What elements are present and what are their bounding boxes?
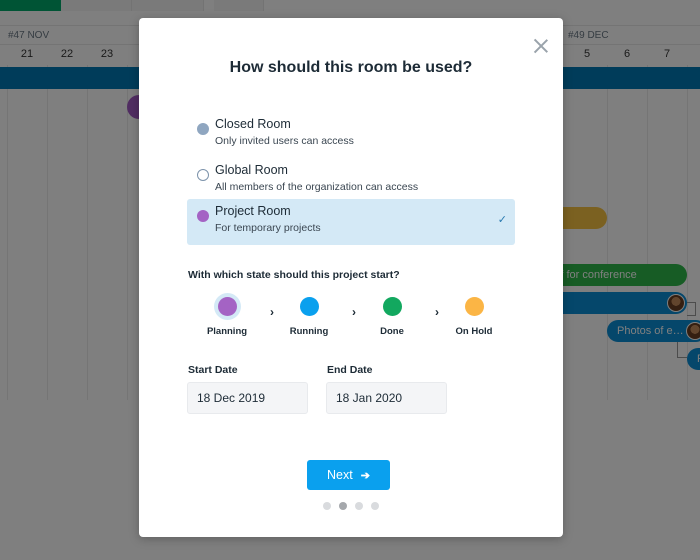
pager-dot[interactable] [323,502,331,510]
pager-dot[interactable] [355,502,363,510]
checkmark-icon: ✓ [497,214,507,226]
room-type-dialog: How should this room be used? Closed Roo… [139,18,563,537]
end-date-input[interactable] [326,382,447,414]
state-question: With which state should this project sta… [188,269,400,281]
pager-dot[interactable] [371,502,379,510]
start-date-label: Start Date [188,364,238,376]
state-label: On Hold [455,326,493,337]
dialog-title: How should this room be used? [229,59,473,76]
state-planning[interactable]: Planning [197,294,257,337]
pager-dot-active[interactable] [339,502,347,510]
start-date-input[interactable] [187,382,308,414]
on-hold-status-icon [464,297,484,316]
project-room-radio-icon[interactable] [197,210,209,222]
closed-room-radio-icon[interactable] [197,123,209,135]
room-option-name: Project Room [215,204,291,218]
global-room-radio-icon[interactable] [197,169,209,181]
arrow-right-icon: ➔ [360,469,370,482]
room-option-description: For temporary projects [215,222,321,234]
room-option-closed[interactable]: Closed Room Only invited users can acces… [187,112,515,158]
end-date-label: End Date [327,364,373,376]
room-option-description: All members of the organization can acce… [215,181,419,193]
next-button[interactable]: Next ➔ [307,460,390,490]
state-label: Done [380,326,404,337]
state-on-hold[interactable]: On Hold [444,294,504,337]
state-running[interactable]: Running [279,294,339,337]
room-option-name: Closed Room [215,117,291,131]
planning-status-icon [217,297,237,316]
next-button-label: Next [327,468,353,482]
running-status-icon [299,297,319,316]
chevron-right-icon: › [270,305,274,319]
state-label: Running [289,326,329,337]
room-option-global[interactable]: Global Room All members of the organizat… [187,158,515,204]
step-pager [139,502,563,510]
state-label: Planning [206,326,248,337]
room-option-name: Global Room [215,163,288,177]
close-icon[interactable] [533,38,549,54]
done-status-icon [382,297,402,316]
state-done[interactable]: Done [362,294,422,337]
chevron-right-icon: › [435,305,439,319]
room-option-project[interactable]: Project Room For temporary projects ✓ [187,199,515,245]
chevron-right-icon: › [352,305,356,319]
room-option-description: Only invited users can access [215,135,354,147]
